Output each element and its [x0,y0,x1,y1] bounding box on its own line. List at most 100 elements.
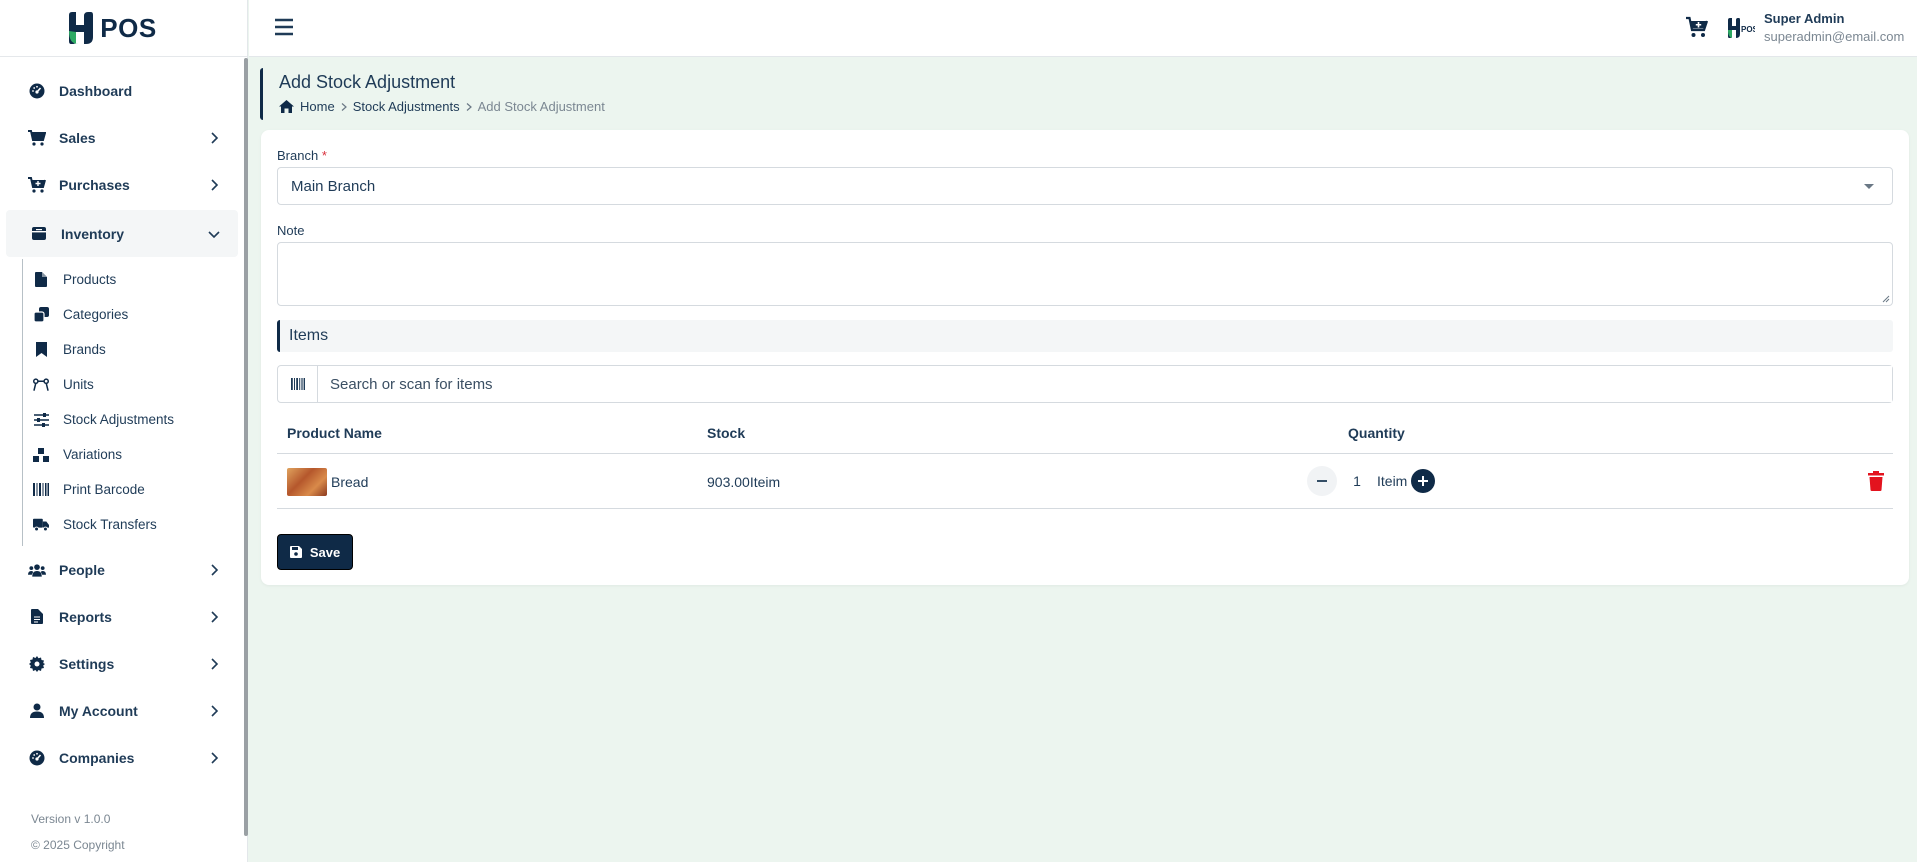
ruler-icon [33,377,49,393]
plus-icon [1418,476,1428,486]
sidebar-subitem-print-barcode[interactable]: Print Barcode [23,472,242,507]
cart-plus-icon [28,176,46,194]
sidebar-item-settings[interactable]: Settings [0,640,242,687]
sidebar-subitem-brands[interactable]: Brands [23,332,242,367]
home-icon [279,100,294,113]
sidebar-nav: Dashboard Sales Purchases Inventory Prod… [0,57,242,781]
note-label: Note [277,223,305,238]
branch-label-text: Branch [277,148,319,163]
cubes-icon [33,447,49,463]
product-thumbnail [287,468,327,496]
sidebar-scrollbar[interactable] [244,58,248,836]
sidebar-subitem-variations[interactable]: Variations [23,437,242,472]
truck-icon [33,517,49,533]
sidebar-item-my-account[interactable]: My Account [0,687,242,734]
page-title: Add Stock Adjustment [279,72,456,92]
breadcrumb: Home Stock Adjustments Add Stock Adjustm… [279,99,660,114]
dashboard-icon [28,82,46,100]
quantity-input[interactable] [1337,473,1377,489]
sidebar-subitem-categories[interactable]: Categories [23,297,242,332]
sidebar-item-reports[interactable]: Reports [0,593,242,640]
branch-label: Branch * [277,148,327,163]
inventory-submenu: Products Categories Brands Units Stock A… [22,259,242,546]
sidebar-item-label: Sales [59,129,96,146]
items-table-header: Product Name Stock Quantity [277,410,1893,454]
report-icon [28,608,46,626]
chevron-right-icon [211,657,219,670]
sidebar-item-label: Reports [59,608,112,625]
version-text: Version v 1.0.0 [31,812,111,826]
brand-header: POS [0,0,247,57]
save-button-label: Save [309,544,341,560]
column-header-quantity: Quantity [1348,425,1405,441]
sidebar-item-people[interactable]: People [0,546,242,593]
sidebar-item-companies[interactable]: Companies [0,734,242,781]
breadcrumb-current: Add Stock Adjustment [477,99,605,114]
top-header: POS Super Admin superadmin@email.com [249,0,1917,57]
sidebar-item-label: Dashboard [59,82,133,99]
cart-icon [28,129,46,147]
minus-icon [1317,480,1327,482]
logo-text: POS [100,12,157,43]
sidebar-subitem-stock-transfers[interactable]: Stock Transfers [23,507,242,542]
chevron-right-icon [211,610,219,623]
sidebar-item-label: Companies [59,749,135,766]
sidebar-item-sales[interactable]: Sales [0,114,242,161]
avatar-logo-icon: POS [1728,18,1759,38]
cart-icon[interactable] [1685,15,1709,39]
chevron-down-icon [208,230,220,238]
note-textarea[interactable] [277,242,1893,306]
stock-adjustment-form: Branch * Main Branch Note Items Product … [261,130,1909,585]
save-button[interactable]: Save [277,534,353,570]
sidebar-item-label: Purchases [59,176,130,193]
sliders-icon [33,412,49,428]
sidebar-item-label: People [59,561,105,578]
hamburger-menu-icon[interactable] [274,17,294,37]
items-section-heading: Items [277,320,1893,352]
copy-icon [33,307,49,323]
decrement-button[interactable] [1307,466,1337,496]
sidebar-item-label: Inventory [61,225,125,242]
trash-icon[interactable] [1868,471,1884,491]
increment-button[interactable] [1411,469,1435,493]
sidebar-subitem-label: Print Barcode [63,482,145,497]
product-stock: 903.00Iteim [707,474,781,490]
barcode-icon [33,482,49,498]
chevron-right-icon [466,102,472,111]
sidebar-subitem-products[interactable]: Products [23,262,242,297]
item-search [277,365,1893,403]
required-marker: * [321,148,327,163]
user-name: Super Admin [1764,11,1845,26]
sidebar-item-dashboard[interactable]: Dashboard [0,67,242,114]
chevron-right-icon [341,102,347,111]
chevron-right-icon [211,563,219,576]
gear-icon [28,655,46,673]
resize-handle-icon[interactable] [1882,295,1890,303]
sidebar-subitem-units[interactable]: Units [23,367,242,402]
logo-mark-icon [69,12,94,44]
breadcrumb-stock-adjustments[interactable]: Stock Adjustments [353,99,460,114]
box-icon [30,225,48,243]
quantity-stepper: Iteim [1307,464,1447,498]
quantity-unit: Iteim [1377,473,1408,489]
copyright-text: © 2025 Copyright [31,838,125,852]
caret-down-icon [1864,184,1874,189]
sidebar: POS Dashboard Sales Purchases Inventory … [0,0,248,862]
sidebar-subitem-stock-adjustments[interactable]: Stock Adjustments [23,402,242,437]
branch-select[interactable]: Main Branch [277,167,1893,205]
barcode-icon[interactable] [278,366,318,402]
chevron-right-icon [211,178,219,191]
sidebar-subitem-label: Stock Transfers [63,517,157,532]
user-email: superadmin@email.com [1764,29,1905,44]
sidebar-item-label: My Account [59,702,138,719]
bookmark-icon [33,342,49,358]
search-input[interactable] [318,366,1892,402]
chevron-right-icon [211,131,219,144]
user-icon [28,702,46,720]
sidebar-item-inventory[interactable]: Inventory [6,210,238,257]
sidebar-item-purchases[interactable]: Purchases [0,161,242,208]
breadcrumb-home[interactable]: Home [300,99,335,114]
app-logo[interactable]: POS [66,11,156,45]
user-avatar[interactable]: POS [1727,17,1759,44]
sidebar-subitem-label: Brands [63,342,106,357]
